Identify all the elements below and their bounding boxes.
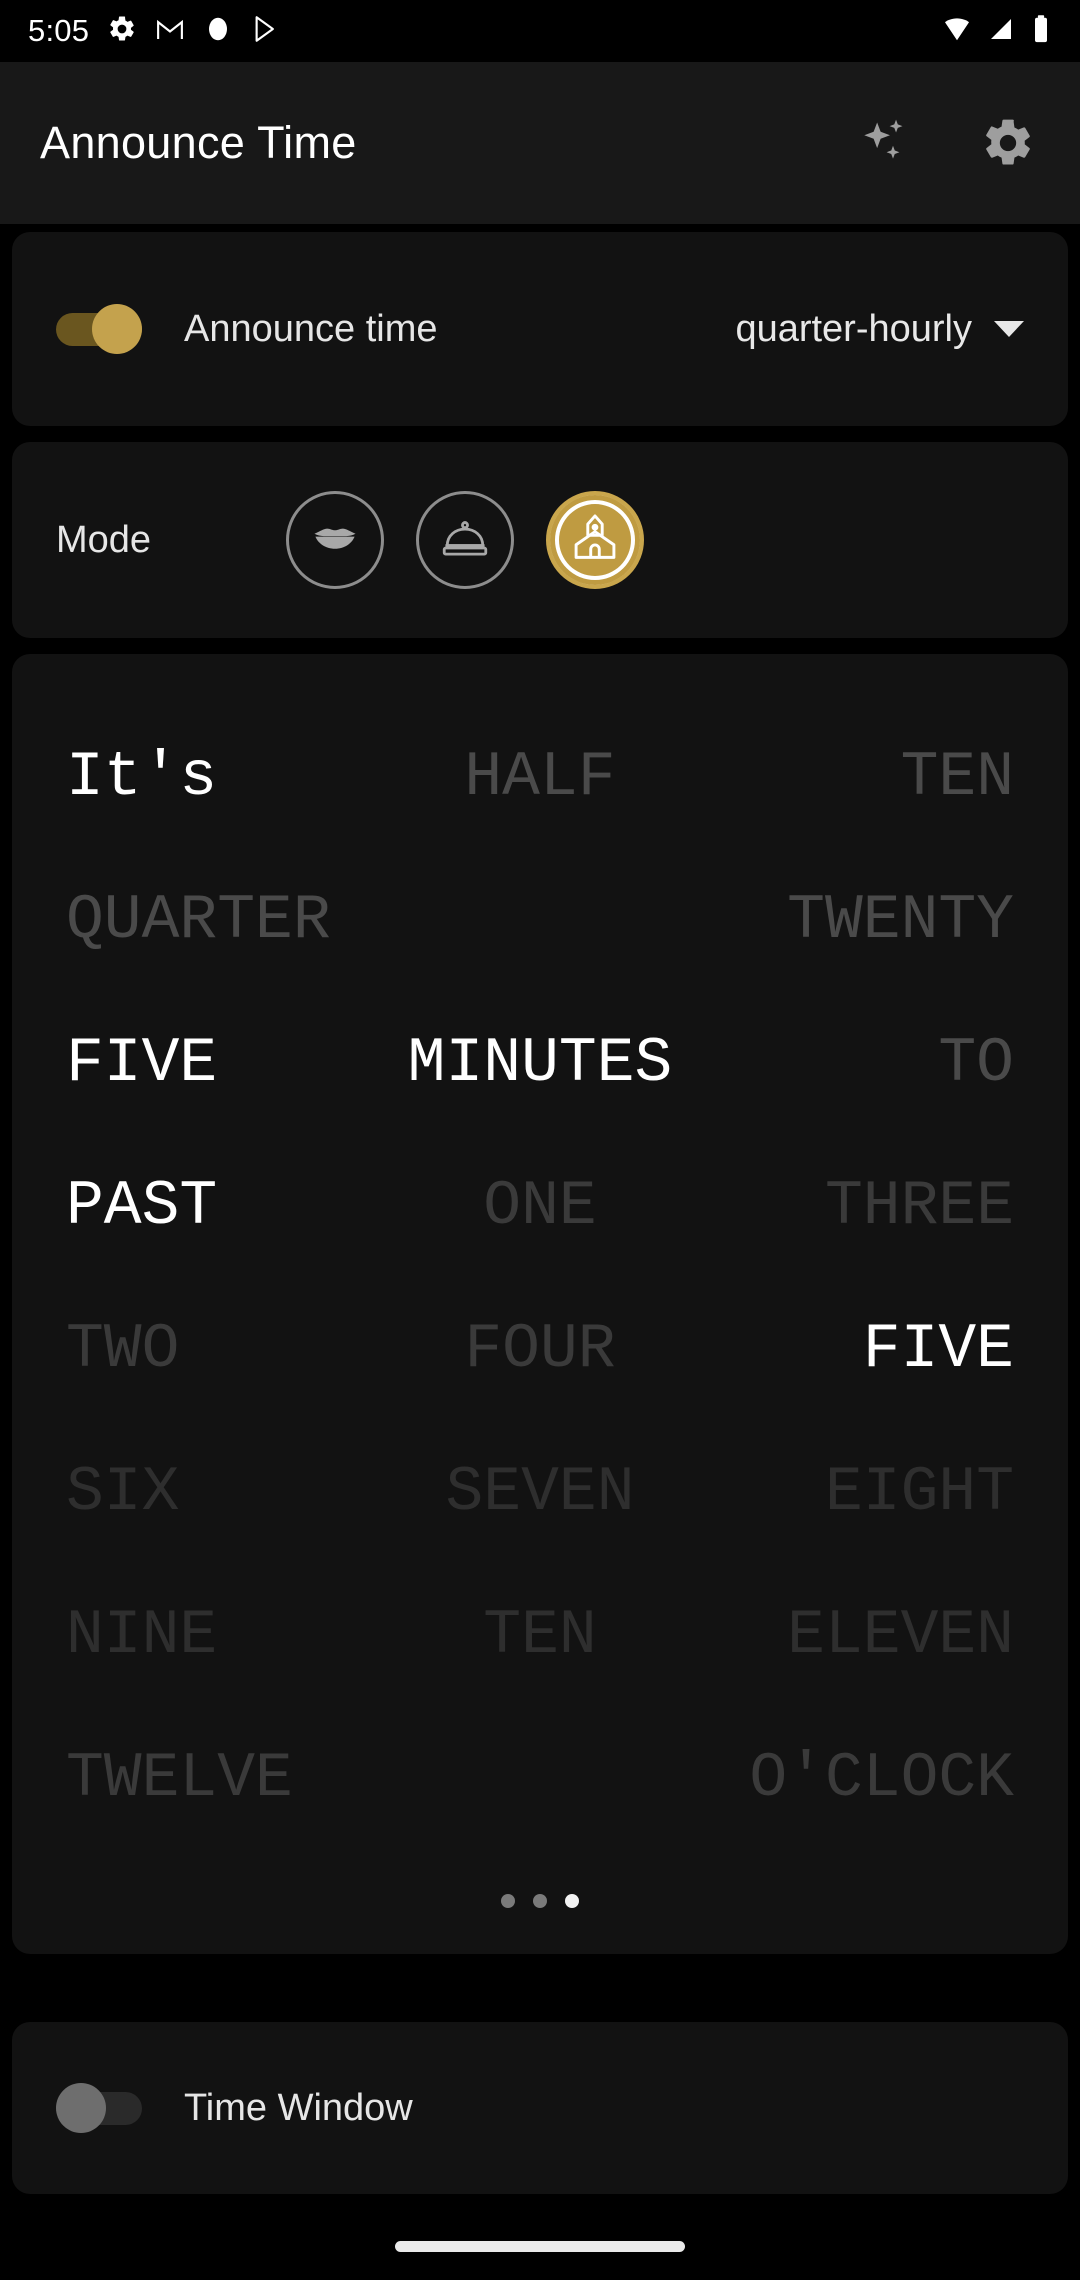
mode-option-church-bells[interactable] xyxy=(546,491,644,589)
word-clock-row: PAST ONE THREE xyxy=(66,1135,1014,1278)
word-cell: TWO xyxy=(66,1314,180,1385)
word-cell: ONE xyxy=(483,1171,597,1242)
word-cell: FIVE xyxy=(66,1028,218,1099)
word-cell: THREE xyxy=(824,1171,1014,1242)
frequency-value: quarter-hourly xyxy=(735,307,972,350)
word-cell: TO xyxy=(938,1028,1014,1099)
word-cell: HALF xyxy=(464,742,616,813)
speech-mouth-icon xyxy=(307,510,363,571)
word-clock-row: FIVE MINUTES TO xyxy=(66,992,1014,1135)
phone-screen: 5:05 Announce Time Announce time quarter… xyxy=(0,0,1080,2280)
cellular-signal-icon xyxy=(986,14,1016,49)
page-indicator xyxy=(12,1894,1068,1908)
desk-bell-icon xyxy=(437,510,493,571)
word-clock-row: QUARTER TWENTY xyxy=(66,849,1014,992)
gmail-icon xyxy=(155,14,185,49)
status-bar-left: 5:05 xyxy=(28,13,281,49)
battery-icon xyxy=(1030,14,1052,49)
mode-card: Mode xyxy=(12,442,1068,638)
word-cell: PAST xyxy=(66,1171,218,1242)
sparkle-ai-icon[interactable] xyxy=(854,111,918,175)
word-clock-row: TWO FOUR FIVE xyxy=(66,1278,1014,1421)
app-bar-actions xyxy=(854,111,1040,175)
word-clock-card[interactable]: It's HALF TEN QUARTER TWENTY FIVE MINUTE… xyxy=(12,654,1068,1954)
chevron-down-icon xyxy=(994,321,1024,337)
announce-time-toggle[interactable] xyxy=(56,304,142,354)
time-window-label: Time Window xyxy=(184,2086,413,2129)
toggle-thumb xyxy=(92,304,142,354)
word-clock-row: TWELVE O'CLOCK xyxy=(66,1707,1014,1850)
word-cell: EIGHT xyxy=(824,1457,1014,1528)
word-cell: FIVE xyxy=(862,1314,1014,1385)
word-cell: SIX xyxy=(66,1457,180,1528)
status-bar: 5:05 xyxy=(0,0,1080,62)
time-window-row: Time Window xyxy=(12,2022,1068,2194)
app-bar: Announce Time xyxy=(0,62,1080,224)
word-cell: MINUTES xyxy=(407,1028,673,1099)
word-cell: TWENTY xyxy=(787,885,1014,956)
toggle-thumb xyxy=(56,2083,106,2133)
circle-icon xyxy=(203,14,233,49)
word-cell: SEVEN xyxy=(445,1457,635,1528)
word-cell: TWELVE xyxy=(66,1743,293,1814)
announce-time-label: Announce time xyxy=(184,307,438,350)
word-cell: It's xyxy=(66,742,218,813)
church-bells-icon xyxy=(568,511,622,570)
word-cell: QUARTER xyxy=(66,885,331,956)
page-dot-1[interactable] xyxy=(501,1894,515,1908)
mode-row: Mode xyxy=(12,442,1068,638)
word-cell: TEN xyxy=(900,742,1014,813)
gesture-nav-pill[interactable] xyxy=(395,2241,685,2252)
announce-time-row: Announce time quarter-hourly xyxy=(12,232,1068,426)
announce-time-card: Announce time quarter-hourly xyxy=(12,232,1068,426)
word-clock-grid: It's HALF TEN QUARTER TWENTY FIVE MINUTE… xyxy=(12,654,1068,1850)
mode-option-group xyxy=(286,491,644,589)
play-store-icon xyxy=(251,14,281,49)
word-clock-row: SIX SEVEN EIGHT xyxy=(66,1421,1014,1564)
status-bar-right xyxy=(942,14,1052,49)
page-title: Announce Time xyxy=(40,117,357,168)
mode-option-chime[interactable] xyxy=(416,491,514,589)
page-dot-2[interactable] xyxy=(533,1894,547,1908)
mode-label: Mode xyxy=(56,518,152,561)
word-cell: NINE xyxy=(66,1600,218,1671)
word-cell: O'CLOCK xyxy=(749,1743,1014,1814)
word-clock-row: It's HALF TEN xyxy=(66,706,1014,849)
mode-option-speech[interactable] xyxy=(286,491,384,589)
gear-icon xyxy=(107,14,137,49)
time-window-toggle[interactable] xyxy=(56,2083,142,2133)
status-bar-clock: 5:05 xyxy=(28,13,90,48)
word-cell: FOUR xyxy=(464,1314,616,1385)
time-window-card: Time Window xyxy=(12,2022,1068,2194)
gear-icon[interactable] xyxy=(976,111,1040,175)
word-clock-row: NINE TEN ELEVEN xyxy=(66,1564,1014,1707)
word-cell: TEN xyxy=(483,1600,597,1671)
frequency-dropdown[interactable]: quarter-hourly xyxy=(735,308,1024,351)
word-cell: ELEVEN xyxy=(787,1600,1014,1671)
page-dot-3[interactable] xyxy=(565,1894,579,1908)
wifi-icon xyxy=(942,14,972,49)
